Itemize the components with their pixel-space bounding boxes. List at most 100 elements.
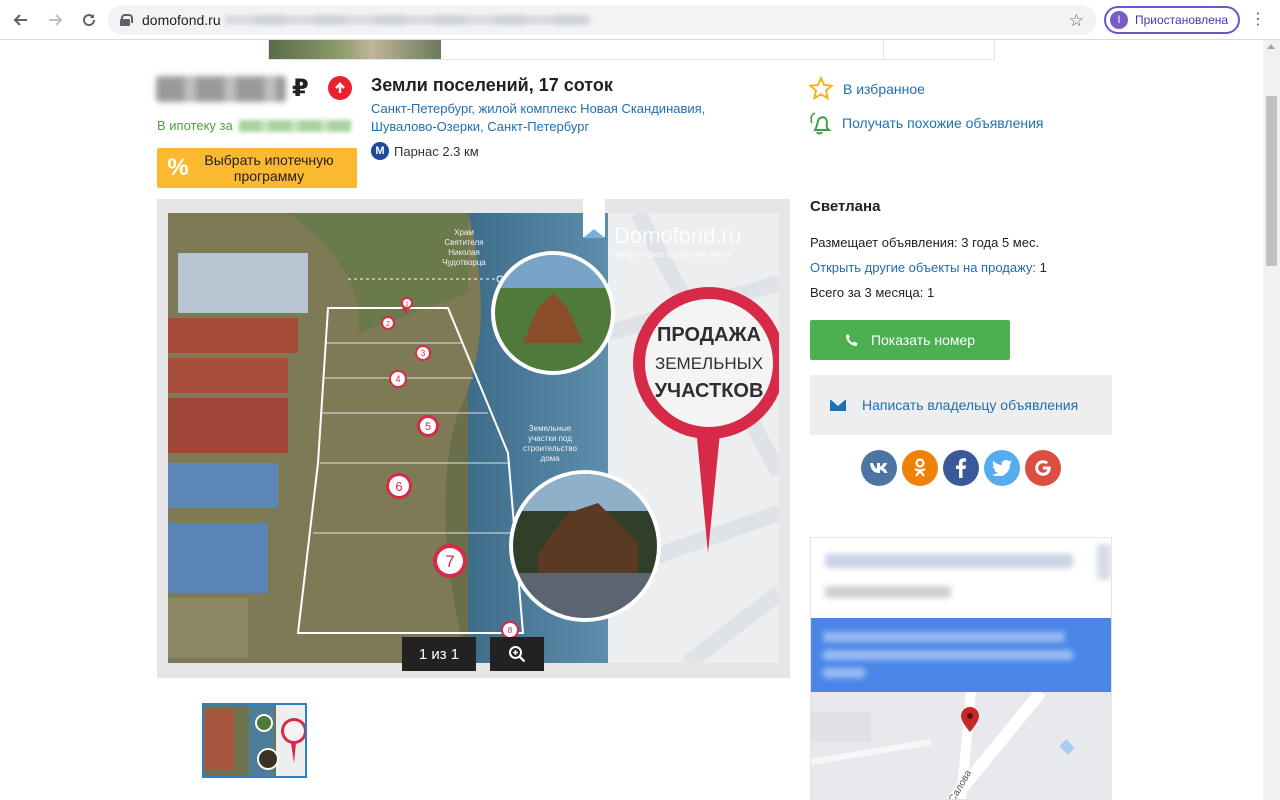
google-share-icon[interactable]	[1025, 450, 1061, 486]
lock-icon	[120, 14, 133, 26]
location-map-card[interactable]: Салова	[810, 537, 1112, 800]
photo-gallery[interactable]: ПРОДАЖА ЗЕМЕЛЬНЫХ УЧАСТКОВ Domofond.ru н…	[157, 199, 790, 678]
percent-icon: %	[167, 154, 189, 181]
map-card-header	[811, 538, 1111, 618]
metro-icon: М	[371, 142, 389, 160]
previous-listing-image	[269, 40, 441, 59]
svg-text:2: 2	[386, 321, 390, 328]
add-to-favorites-link[interactable]: В избранное	[808, 76, 925, 102]
plots-label-1: Земельные	[529, 424, 572, 433]
plots-label-4: дома	[540, 454, 560, 463]
subscribe-similar-link[interactable]: Получать похожие объявления	[808, 110, 1044, 136]
page-scrollbar[interactable]	[1263, 40, 1280, 800]
blurred-line-1	[823, 632, 1065, 642]
raise-listing-button[interactable]	[328, 76, 352, 100]
svg-text:8: 8	[508, 626, 513, 635]
odnoklassniki-share-icon[interactable]	[902, 450, 938, 486]
listing-title: Земли поселений, 17 соток	[371, 75, 613, 95]
similar-label: Получать похожие объявления	[842, 115, 1044, 131]
reload-icon[interactable]	[76, 7, 102, 33]
sign-line-3: УЧАСТКОВ	[655, 380, 764, 402]
temple-label-1: Храм	[454, 228, 474, 237]
address-bar[interactable]: domofond.ru ☆	[108, 5, 1096, 35]
seller-other-listings: Открыть другие объекты на продажу: 1	[810, 260, 1047, 275]
bell-icon	[810, 112, 832, 135]
blurred-subheading	[825, 586, 951, 598]
favorites-label: В избранное	[843, 81, 925, 97]
browser-toolbar: domofond.ru ☆ I Приостановлена ⋮	[0, 0, 1280, 40]
blurred-side	[1097, 544, 1111, 580]
forward-arrow-icon[interactable]	[42, 7, 68, 33]
plot-marker-4: 4	[389, 370, 407, 388]
plots-label-2: участки под	[528, 434, 572, 443]
back-arrow-icon[interactable]	[8, 7, 34, 33]
blurred-heading	[825, 554, 1073, 568]
metro-station: М Парнас 2.3 км	[371, 142, 479, 160]
scroll-thumb[interactable]	[1266, 96, 1277, 266]
menu-dots-icon[interactable]: ⋮	[1250, 10, 1266, 30]
show-phone-button[interactable]: Показать номер	[810, 320, 1010, 360]
blurred-line-3	[823, 668, 865, 678]
zoom-icon[interactable]	[490, 637, 544, 671]
previous-listing-strip	[268, 40, 995, 60]
social-share-buttons	[861, 450, 1061, 486]
svg-text:5: 5	[425, 421, 431, 433]
profile-button[interactable]: I Приостановлена	[1104, 6, 1240, 34]
facebook-share-icon[interactable]	[943, 450, 979, 486]
svg-text:4: 4	[395, 374, 400, 384]
map-info-banner	[811, 618, 1111, 692]
twitter-share-icon[interactable]	[984, 450, 1020, 486]
bookmark-star-icon[interactable]: ☆	[1069, 11, 1084, 31]
bookmark-ribbon	[583, 199, 605, 238]
seller-total: Всего за 3 месяца: 1	[810, 285, 935, 300]
other-listings-count: 1	[1039, 260, 1047, 275]
profile-avatar: I	[1110, 11, 1128, 29]
url-text: domofond.ru	[142, 12, 221, 28]
plots-label-3: строительство	[523, 444, 577, 453]
metro-distance: Парнас 2.3 км	[394, 143, 479, 159]
svg-text:7: 7	[445, 552, 454, 571]
photo-thumbnail[interactable]	[202, 703, 307, 778]
seller-posting-duration: Размещает объявления: 3 года 5 мес.	[810, 235, 1040, 250]
mortgage-line: В ипотеку за	[157, 118, 351, 133]
temple-label-3: Николая	[448, 248, 480, 257]
other-listings-link[interactable]: Открыть другие объекты на продажу:	[810, 260, 1036, 275]
mortgage-prefix: В ипотеку за	[157, 118, 233, 133]
plot-marker-3: 3	[415, 345, 431, 361]
message-owner-label: Написать владельцу объявления	[862, 397, 1079, 413]
watermark-sub: найдите свое идеальное жилье	[614, 250, 732, 259]
svg-text:3: 3	[421, 349, 426, 358]
photo-counter: 1 из 1	[402, 637, 476, 671]
svg-text:6: 6	[395, 479, 402, 494]
show-phone-label: Показать номер	[870, 332, 976, 348]
temple-label-4: Чудотворца	[442, 258, 486, 267]
sign-line-2: ЗЕМЕЛЬНЫХ	[655, 354, 763, 373]
sign-line-1: ПРОДАЖА	[657, 324, 761, 346]
plot-marker-5: 5	[417, 415, 439, 437]
envelope-icon	[830, 399, 846, 411]
mortgage-program-label: Выбрать ипотечную программу	[204, 152, 334, 184]
listing-photo[interactable]: ПРОДАЖА ЗЕМЕЛЬНЫХ УЧАСТКОВ Domofond.ru н…	[168, 213, 779, 663]
listing-address[interactable]: Санкт-Петербург, жилой комплекс Новая Ск…	[371, 100, 731, 136]
scroll-up-arrow-icon[interactable]	[1267, 44, 1275, 49]
plot-marker-2: 2	[381, 316, 395, 330]
plot-marker-7: 7	[433, 544, 467, 578]
plot-marker-6: 6	[386, 473, 412, 499]
seller-name: Светлана	[810, 198, 881, 215]
profile-status-label: Приостановлена	[1135, 13, 1229, 27]
star-icon	[808, 76, 834, 101]
mortgage-program-button[interactable]: % Выбрать ипотечную программу	[157, 148, 357, 188]
message-owner-button[interactable]: Написать владельцу объявления	[810, 375, 1112, 435]
temple-label-2: Святителя	[444, 238, 483, 247]
blurred-line-2	[823, 650, 1073, 660]
price-currency: ₽	[292, 75, 309, 102]
phone-icon	[845, 334, 858, 346]
strip-divider	[883, 40, 884, 59]
url-path-blurred	[224, 15, 591, 25]
map-view[interactable]: Салова	[811, 688, 1111, 799]
price: ₽	[156, 74, 309, 103]
mortgage-value-blurred	[238, 119, 351, 132]
vk-share-icon[interactable]	[861, 450, 897, 486]
watermark: Domofond.ru	[614, 223, 741, 248]
price-value-blurred	[156, 75, 286, 102]
